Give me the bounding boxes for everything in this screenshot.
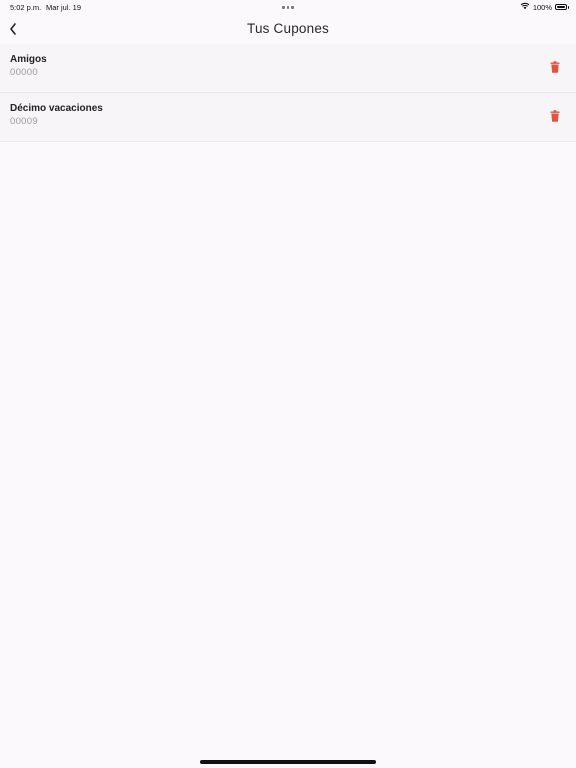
delete-coupon-button[interactable] <box>547 107 563 125</box>
status-date: Mar jul. 19 <box>46 3 82 12</box>
wifi-icon <box>520 2 530 12</box>
coupon-code: 00009 <box>10 116 38 127</box>
coupon-name: Amigos <box>10 54 47 65</box>
coupon-row[interactable]: Amigos 00000 <box>0 44 576 93</box>
coupon-list: Amigos 00000 Décimo vacaciones 00009 <box>0 44 576 142</box>
trash-icon <box>550 110 560 122</box>
home-indicator[interactable] <box>200 760 376 764</box>
battery-percent: 100% <box>532 2 552 12</box>
coupon-name: Décimo vacaciones <box>10 103 103 114</box>
coupon-row[interactable]: Décimo vacaciones 00009 <box>0 93 576 142</box>
delete-coupon-button[interactable] <box>547 58 563 76</box>
nav-bar: Tus Cupones <box>0 14 576 44</box>
page-title: Tus Cupones <box>247 21 329 36</box>
screen: 5:02 p.m. Mar jul. 19 100% Tus Cupones A… <box>0 0 576 768</box>
status-time: 5:02 p.m. <box>10 3 42 12</box>
battery-icon <box>555 4 569 10</box>
status-bar: 5:02 p.m. Mar jul. 19 100% <box>0 0 576 14</box>
status-right: 100% <box>520 2 569 12</box>
trash-icon <box>550 61 560 73</box>
multitasking-dots-icon[interactable] <box>282 6 294 9</box>
battery-fill <box>557 6 565 8</box>
coupon-code: 00000 <box>10 67 38 78</box>
